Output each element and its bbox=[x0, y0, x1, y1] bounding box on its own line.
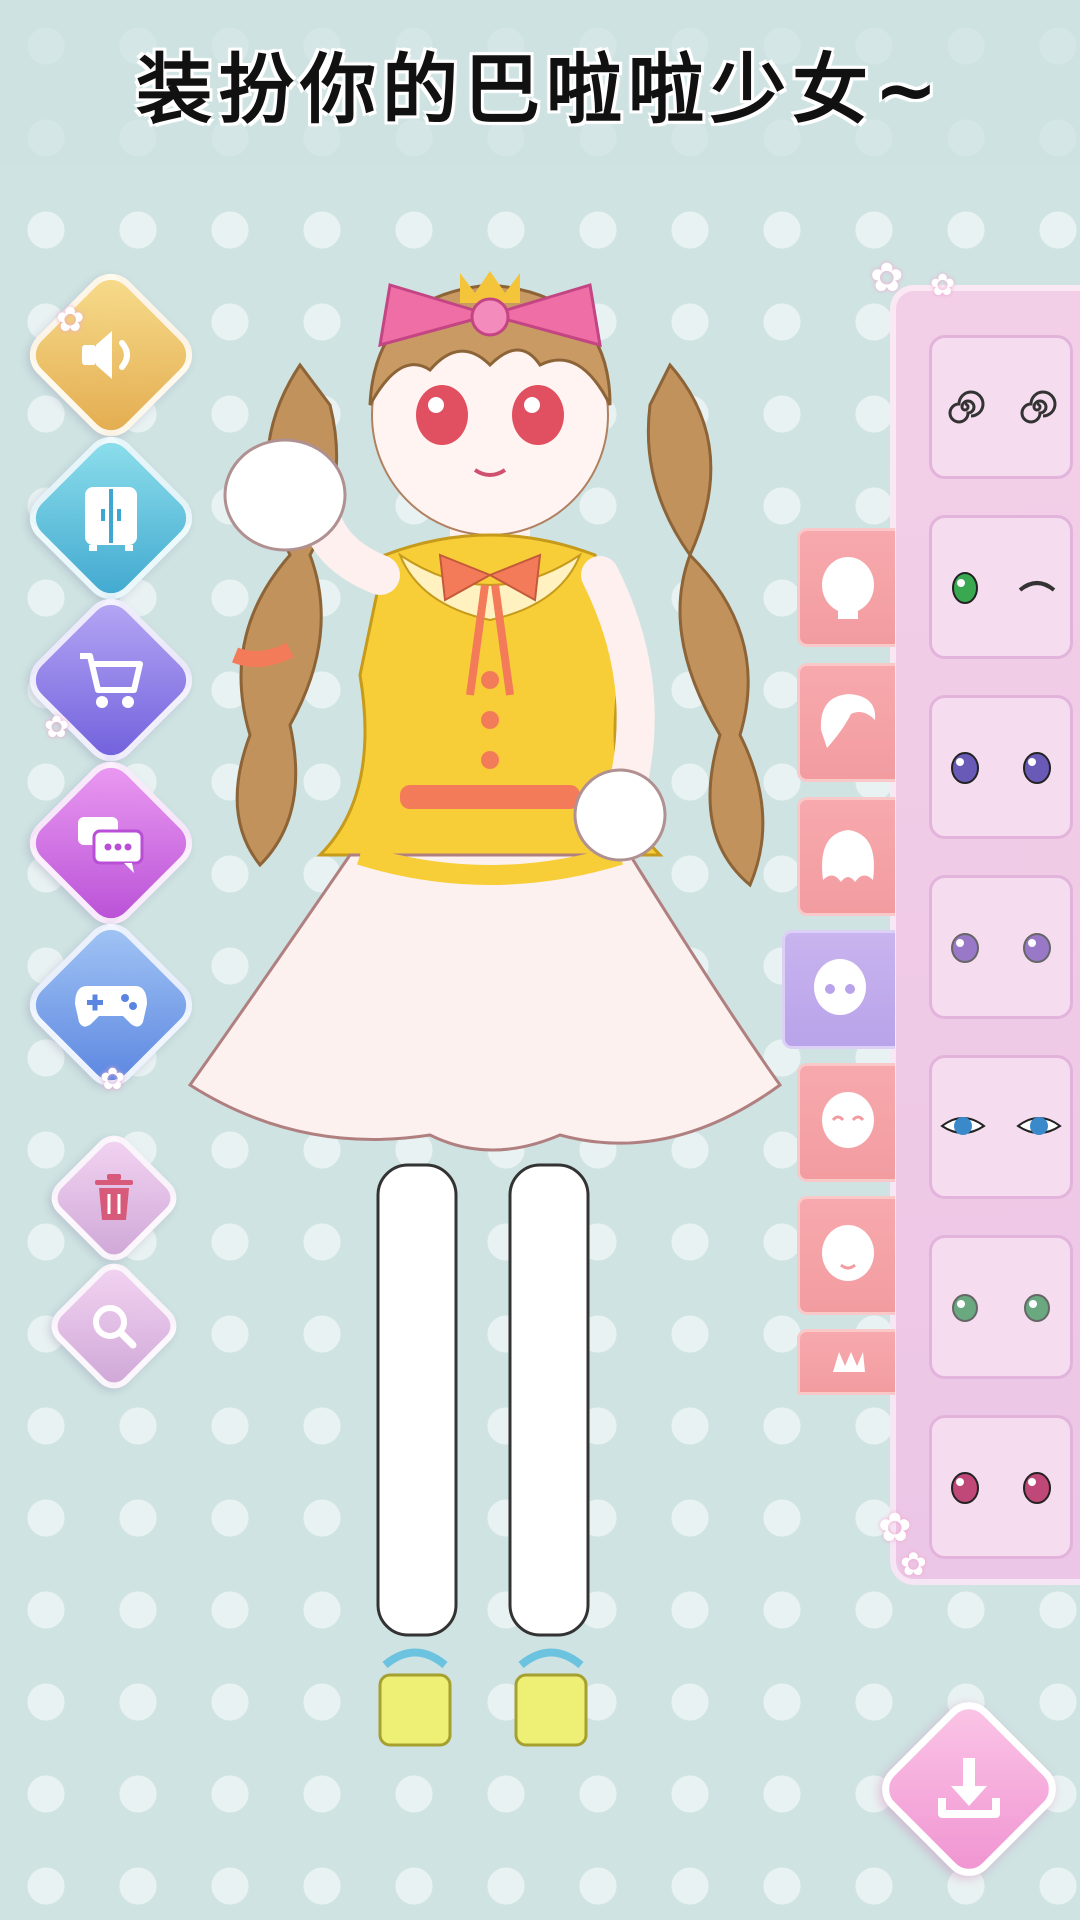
tab-accessory[interactable] bbox=[797, 1329, 895, 1395]
tab-hair-front[interactable] bbox=[797, 663, 895, 782]
lilac-eye-icon bbox=[951, 933, 979, 963]
blue-eye-icon bbox=[940, 1117, 986, 1135]
wardrobe-button[interactable] bbox=[19, 426, 203, 610]
smile-closed-icon bbox=[821, 1091, 874, 1148]
spiral-eye-icon bbox=[1020, 390, 1057, 424]
shoe-left bbox=[378, 1673, 452, 1747]
sakura-decoration: ✿ bbox=[900, 1545, 927, 1583]
lilac-eye-icon bbox=[1023, 933, 1051, 963]
sakura-decoration: ✿ bbox=[44, 710, 70, 745]
wardrobe-icon bbox=[79, 483, 143, 553]
mouth-icon bbox=[821, 1224, 874, 1281]
download-icon bbox=[934, 1752, 1004, 1826]
eye-option-3[interactable] bbox=[929, 695, 1073, 839]
gamepad-icon bbox=[73, 978, 149, 1032]
sound-button[interactable] bbox=[19, 263, 203, 447]
eye-option-7[interactable] bbox=[929, 1415, 1073, 1559]
trash-icon bbox=[91, 1172, 137, 1224]
sakura-decoration: ✿ bbox=[930, 268, 956, 303]
delete-button[interactable] bbox=[43, 1127, 185, 1269]
spiral-eye-icon bbox=[948, 390, 985, 424]
mint-eye-icon bbox=[952, 1294, 978, 1322]
tab-face[interactable] bbox=[797, 528, 895, 647]
blue-eye-icon bbox=[1016, 1117, 1062, 1135]
shoe-right bbox=[514, 1673, 588, 1747]
purple-eye-icon bbox=[1023, 752, 1051, 784]
stocking-right bbox=[508, 1163, 590, 1637]
green-eye-icon bbox=[952, 572, 978, 604]
glove-left bbox=[223, 438, 347, 552]
sakura-decoration: ✿ bbox=[870, 255, 904, 301]
tab-mouth[interactable] bbox=[797, 1196, 895, 1315]
dress-skirt bbox=[187, 853, 783, 1152]
wink-eye-icon bbox=[1018, 581, 1056, 592]
mint-eye-icon bbox=[1024, 1294, 1050, 1322]
speaker-icon bbox=[76, 325, 146, 385]
magnifier-icon bbox=[89, 1301, 139, 1351]
accessory-icon bbox=[832, 1352, 865, 1372]
download-button[interactable] bbox=[871, 1691, 1067, 1887]
glove-right bbox=[573, 768, 667, 862]
tab-hair-back[interactable] bbox=[797, 797, 895, 916]
dressup-character[interactable] bbox=[180, 255, 860, 1795]
sakura-decoration: ✿ bbox=[56, 300, 85, 340]
eyes-icon bbox=[814, 958, 866, 1015]
page-title: 装扮你的巴啦啦少女~ bbox=[136, 45, 944, 134]
sakura-decoration: ✿ bbox=[100, 1062, 126, 1097]
hair-front-icon bbox=[820, 693, 875, 748]
eye-option-2[interactable] bbox=[929, 515, 1073, 659]
chat-button[interactable] bbox=[19, 751, 203, 935]
purple-eye-icon bbox=[951, 752, 979, 784]
hair-back-icon bbox=[821, 829, 874, 882]
eye-option-5[interactable] bbox=[929, 1055, 1073, 1199]
face-blank-icon bbox=[821, 556, 874, 619]
chat-icon bbox=[74, 811, 148, 875]
pink-eye-icon bbox=[951, 1472, 979, 1504]
eye-option-1[interactable] bbox=[929, 335, 1073, 479]
tab-eyes[interactable] bbox=[782, 930, 895, 1049]
pink-eye-icon bbox=[1023, 1472, 1051, 1504]
eye-option-6[interactable] bbox=[929, 1235, 1073, 1379]
eye-option-4[interactable] bbox=[929, 875, 1073, 1019]
stocking-left bbox=[376, 1163, 458, 1637]
zoom-button[interactable] bbox=[43, 1255, 185, 1397]
tab-expression[interactable] bbox=[797, 1063, 895, 1182]
shopping-cart-icon bbox=[76, 648, 146, 712]
